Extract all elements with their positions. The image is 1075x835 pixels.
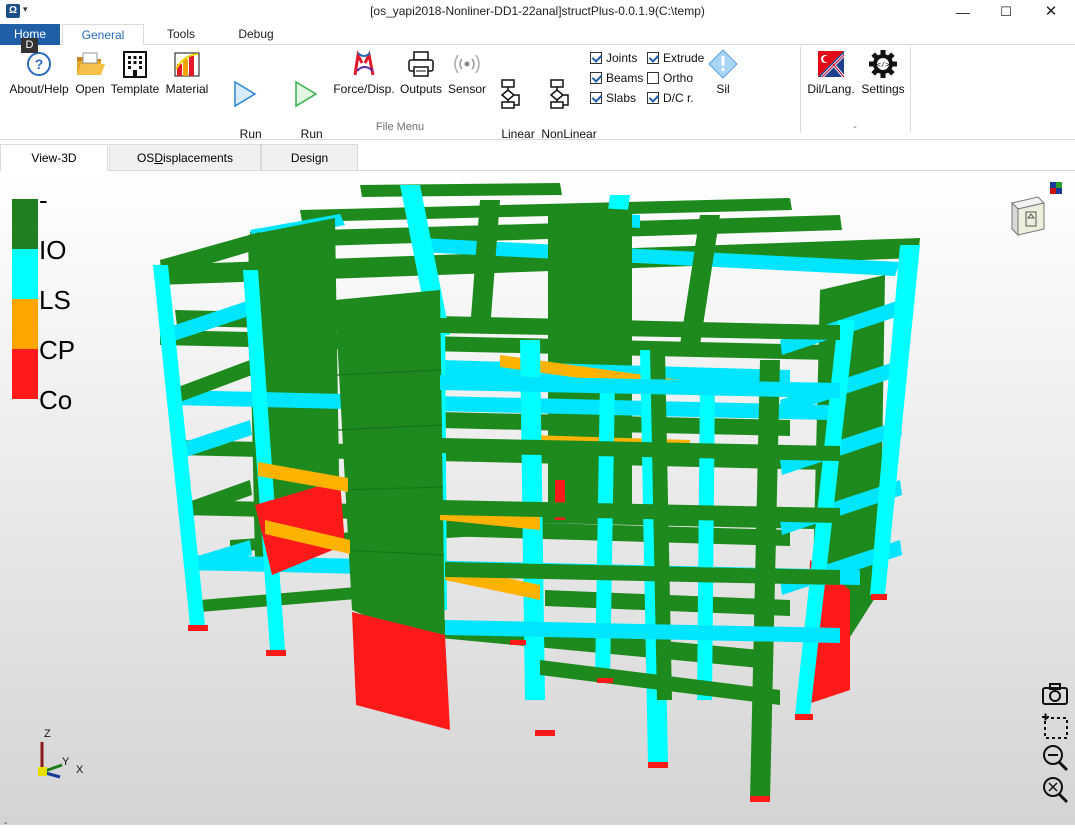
slabs-checkbox[interactable]: Slabs [590,91,636,107]
legend-label-dash: - [39,185,48,215]
camera-icon[interactable] [1040,679,1070,709]
open-label: Open [75,82,105,96]
keytip-badge: D [21,38,38,53]
joints-checkbox[interactable]: Joints [590,51,637,67]
legend-swatch-ls [12,249,38,299]
viewport-toolbar [1040,679,1070,807]
extrude-check-box[interactable] [647,52,659,64]
delete-label: Sil [716,82,730,96]
outputs-button[interactable]: Outputs [397,49,445,97]
tab-view-3d[interactable]: View-3D [0,144,108,171]
status-mark: - [4,818,8,829]
beams-label: Beams [606,71,644,85]
os-displacements-mnemonic: D [154,151,163,165]
front-shear-wall [335,290,445,650]
tab-general[interactable]: General [62,24,144,46]
printer-icon [408,51,434,77]
tab-os-displacements[interactable]: OSDisplacements [109,144,261,171]
os-displacements-label-prefix: OS [136,151,155,165]
open-button[interactable]: Open [72,49,108,97]
legend-label-io: IO [39,235,67,265]
settings-button[interactable]: </> Settings [858,49,908,97]
sensor-label: Sensor [447,82,487,96]
view-3d-canvas[interactable]: - IO LS CP Co Z Y X [0,171,1075,825]
template-label: Template [110,82,160,96]
select-region-icon[interactable] [1040,711,1070,741]
language-flag-icon [818,51,846,79]
outputs-label: Outputs [399,82,443,96]
extrude-label: Extrude [663,51,705,65]
folder-open-icon [77,52,105,75]
language-button[interactable]: Dil/Lang. [804,49,858,97]
minimize-button[interactable]: — [940,0,986,24]
gear-icon: </> [869,50,897,78]
dc-ratio-label: D/C r. [663,91,694,105]
settings-label: Settings [861,82,905,96]
beams-checkbox[interactable]: Beams [590,71,643,87]
file-menu-group-label: File Menu [375,121,425,133]
about-help-label: About/Help [9,82,69,96]
tab-tools[interactable]: Tools [150,24,212,46]
ortho-check-box[interactable] [647,72,659,84]
ribbon-separator [800,47,801,133]
tab-debug[interactable]: Debug [225,24,287,46]
play-icon [295,80,318,108]
dc-ratio-checkbox[interactable]: D/C r. [647,91,694,107]
os-displacements-label-suffix: isplacements [162,151,234,165]
force-disp-label: Force/Disp. [333,82,395,96]
structure-3d-model[interactable] [0,171,1075,825]
language-label: Dil/Lang. [807,82,855,96]
legend-swatch-co [12,349,38,399]
legend-swatch-cp [12,299,38,349]
tab-design[interactable]: Design [261,144,358,171]
axis-y-label: Y [62,756,70,768]
force-disp-icon [353,50,375,76]
flowchart-icon [500,79,520,109]
zoom-out-icon[interactable] [1040,743,1070,773]
material-label: Material [165,82,209,96]
template-button[interactable]: Template [108,49,162,97]
sensor-icon [454,54,480,74]
play-icon [234,80,257,108]
material-button[interactable]: Material [162,49,212,97]
axis-triad-icon: Z Y X [38,728,84,779]
axis-z-label: Z [44,728,51,740]
zoom-fit-icon[interactable] [1040,775,1070,805]
slabs-check-box[interactable] [590,92,602,104]
joints-label: Joints [606,51,638,65]
maximize-button[interactable]: ☐ [983,0,1029,24]
legend-label-co: Co [39,385,73,415]
ortho-label: Ortho [663,71,694,85]
dc-ratio-check-box[interactable] [647,92,659,104]
close-button[interactable]: ✕ [1028,0,1074,24]
extrude-checkbox[interactable]: Extrude [647,51,704,67]
document-tab-row: View-3D OSDisplacements Design [0,141,1075,171]
ribbon-tab-row: Home General Tools Debug ⌃ [0,24,1075,63]
svg-text:</>: </> [877,62,890,70]
diamond-info-icon [708,49,738,79]
beams-check-box[interactable] [590,72,602,84]
about-help-button[interactable]: ? About/Help [6,49,72,97]
joints-check-box[interactable] [590,52,602,64]
svg-text:?: ? [35,56,44,72]
help-icon: ? [27,52,51,76]
ortho-checkbox[interactable]: Ortho [647,71,693,87]
options-group-label: - [853,121,857,133]
material-chart-icon [174,52,200,77]
building-icon [123,51,147,78]
window-title: [os_yapi2018-Nonliner-DD1-22anal]structP… [370,4,705,18]
legend-label-cp: CP [39,335,76,365]
title-bar: Ω ▾ [os_yapi2018-Nonliner-DD1-22anal]str… [0,0,1075,24]
force-disp-button[interactable]: Force/Disp. [332,49,396,97]
axis-x-label: X [76,764,84,776]
legend-swatch-io [12,199,38,249]
slabs-label: Slabs [606,91,637,105]
delete-button[interactable]: Sil [706,49,740,97]
view-cube-icon[interactable] [1008,181,1066,237]
legend-label-ls: LS [39,285,71,315]
sensor-button[interactable]: Sensor [446,49,488,97]
ribbon: ? About/Help Open Template Material Run … [0,45,1075,156]
ribbon-separator [910,47,911,133]
flowchart-icon [549,79,569,109]
